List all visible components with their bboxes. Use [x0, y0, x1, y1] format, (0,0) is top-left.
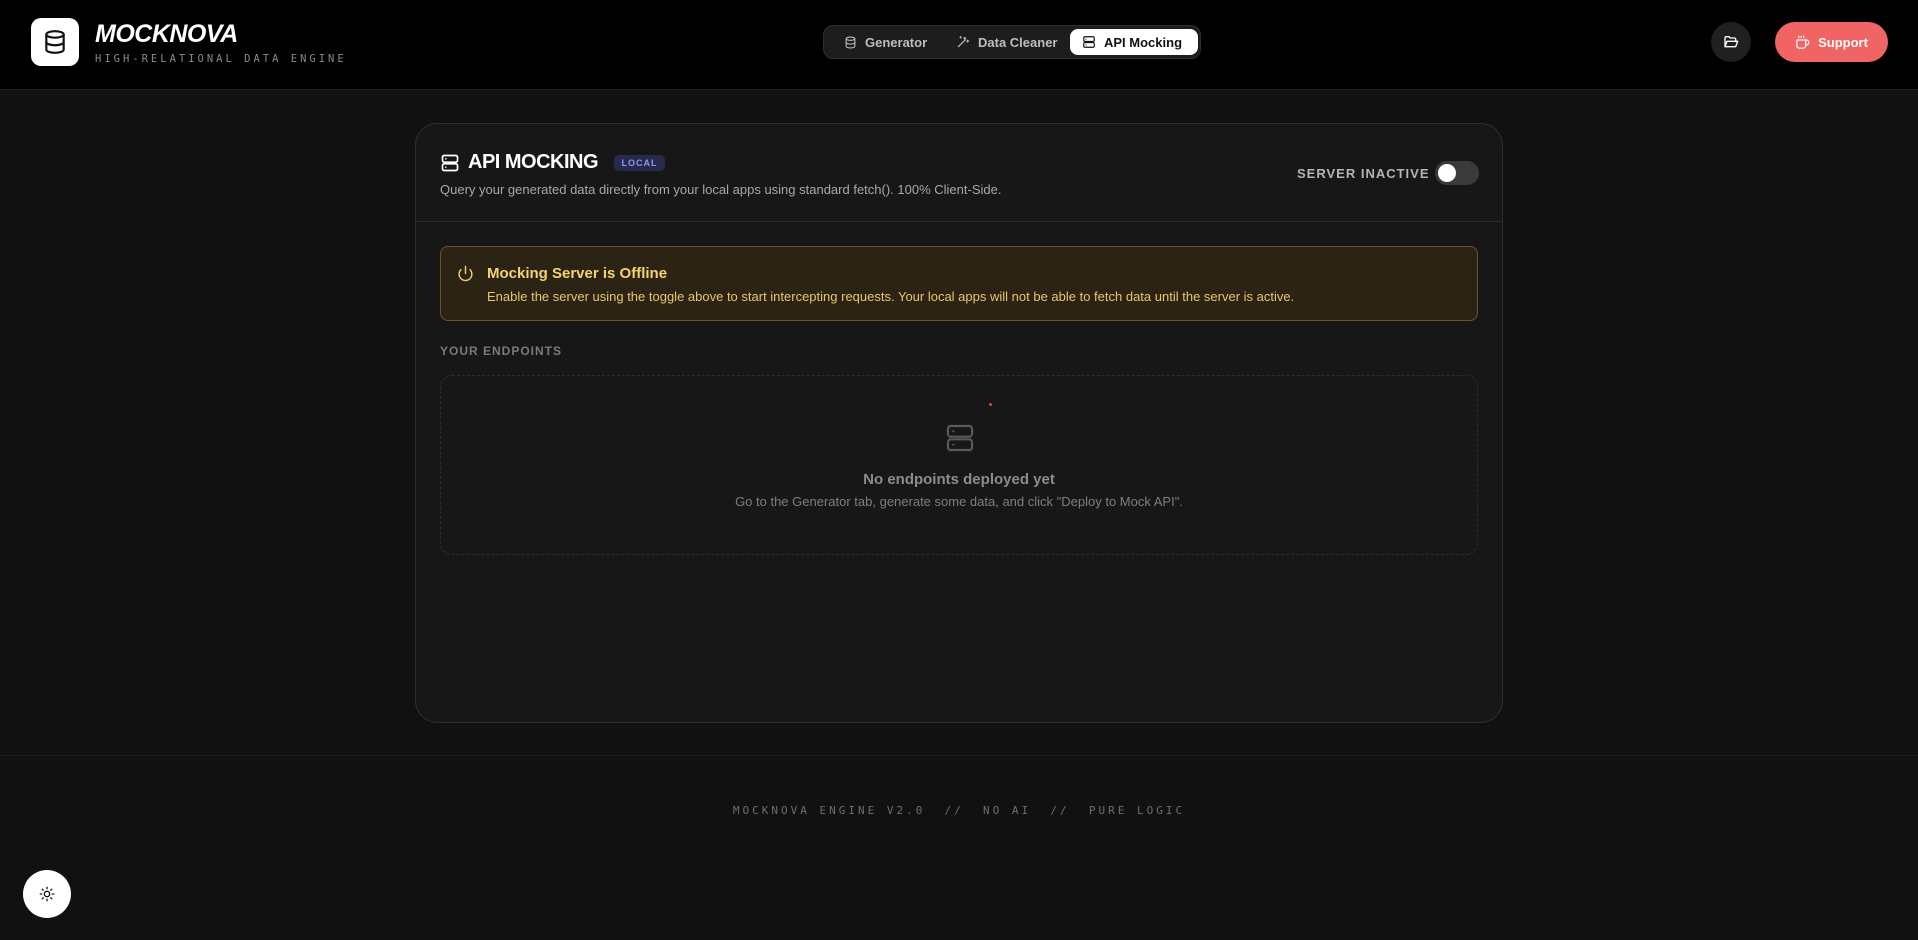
theme-toggle-button[interactable]: [23, 870, 71, 918]
app-footer: MOCKNOVA ENGINE V2.0 // NO AI // PURE LO…: [0, 755, 1918, 940]
coffee-icon: [1796, 35, 1810, 49]
footer-text: MOCKNOVA ENGINE V2.0 // NO AI // PURE LO…: [732, 804, 1186, 817]
server-status-label: SERVER INACTIVE: [1297, 166, 1430, 181]
support-button[interactable]: Support: [1775, 22, 1888, 62]
endpoints-empty-state: No endpoints deployed yet Go to the Gene…: [440, 375, 1478, 555]
tab-generator-label: Generator: [865, 34, 928, 50]
tab-generator[interactable]: Generator: [832, 29, 939, 55]
server-icon: [441, 154, 459, 172]
endpoints-section-label: YOUR ENDPOINTS: [440, 344, 563, 358]
offline-alert: Mocking Server is Offline Enable the ser…: [440, 246, 1478, 321]
tab-data-cleaner[interactable]: Data Cleaner: [944, 29, 1069, 55]
toggle-knob: [1438, 164, 1456, 182]
tab-api-mocking-label: API Mocking: [1104, 34, 1183, 50]
cursor-marker: [989, 403, 992, 406]
server-icon: [946, 424, 974, 452]
empty-state-title: No endpoints deployed yet: [863, 471, 1055, 488]
api-mocking-panel: API MOCKING LOCAL Query your generated d…: [415, 123, 1503, 723]
support-button-label: Support: [1818, 34, 1868, 50]
brand-tagline: HIGH-RELATIONAL DATA ENGINE: [95, 53, 347, 65]
sun-icon: [39, 886, 55, 902]
tab-data-cleaner-label: Data Cleaner: [978, 34, 1058, 50]
brand-name: MOCKNOVA: [95, 20, 238, 48]
panel-header: API MOCKING LOCAL Query your generated d…: [416, 124, 1502, 222]
server-icon: [1083, 36, 1095, 48]
wand-icon: [957, 36, 970, 48]
page-title: API MOCKING: [468, 151, 599, 173]
local-badge: LOCAL: [614, 155, 665, 171]
open-project-button[interactable]: [1711, 22, 1751, 62]
database-icon: [45, 30, 65, 54]
server-toggle[interactable]: [1435, 161, 1479, 185]
app-logo[interactable]: [31, 18, 79, 66]
tab-api-mocking[interactable]: API Mocking: [1070, 29, 1198, 55]
main-nav: Generator Data Cleaner API Mocking: [823, 25, 1201, 59]
app-header: MOCKNOVA HIGH-RELATIONAL DATA ENGINE Gen…: [0, 0, 1918, 90]
power-icon: [458, 265, 473, 282]
database-icon: [845, 36, 856, 48]
alert-title: Mocking Server is Offline: [487, 265, 668, 282]
folder-open-icon: [1724, 36, 1739, 48]
empty-state-text: Go to the Generator tab, generate some d…: [735, 494, 1183, 509]
alert-text: Enable the server using the toggle above…: [487, 289, 1295, 304]
page-description: Query your generated data directly from …: [440, 182, 1002, 197]
